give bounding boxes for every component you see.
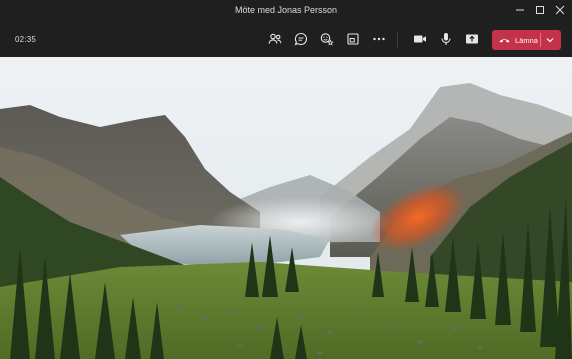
camera-button[interactable] <box>412 31 428 47</box>
microphone-icon <box>441 33 451 45</box>
reaction-icon <box>320 33 334 46</box>
more-icon <box>373 37 385 41</box>
mountain-landscape-image <box>0 57 572 359</box>
hang-up-icon <box>499 39 510 43</box>
share-button[interactable] <box>464 31 480 47</box>
meeting-toolbar: 02:35 <box>0 22 572 58</box>
call-timer: 02:35 <box>15 35 37 44</box>
chat-icon <box>294 32 308 46</box>
toolbar-divider <box>397 31 398 48</box>
meeting-window: Möte med Jonas Persson 02:35 Lämna <box>0 0 572 359</box>
reactions-button[interactable] <box>319 31 335 47</box>
video-stage <box>0 57 572 359</box>
leave-divider <box>540 33 541 47</box>
title-bar: Möte med Jonas Persson <box>0 0 572 22</box>
chevron-down-icon[interactable] <box>543 34 557 46</box>
chat-button[interactable] <box>293 31 309 47</box>
leave-label: Lämna <box>515 35 538 45</box>
participants-button[interactable] <box>267 31 283 47</box>
close-icon[interactable] <box>551 2 569 18</box>
share-screen-icon <box>466 34 478 44</box>
window-title: Möte med Jonas Persson <box>234 5 338 15</box>
people-icon <box>268 33 282 44</box>
maximize-icon[interactable] <box>531 2 549 18</box>
leave-button[interactable]: Lämna <box>492 30 561 50</box>
video-camera-icon <box>414 35 426 43</box>
mic-button[interactable] <box>438 31 454 47</box>
rooms-icon <box>347 33 359 45</box>
more-button[interactable] <box>371 31 387 47</box>
rooms-button[interactable] <box>345 31 361 47</box>
minimize-icon[interactable] <box>511 2 529 18</box>
